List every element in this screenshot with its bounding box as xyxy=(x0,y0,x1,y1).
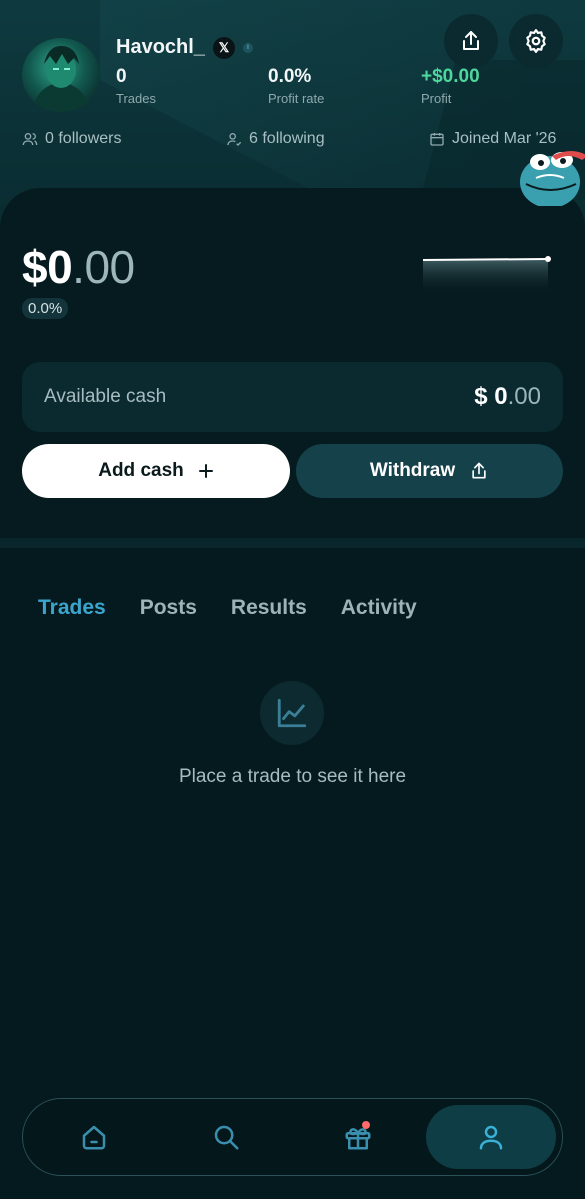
bottom-nav xyxy=(22,1098,563,1176)
search-icon xyxy=(214,1125,239,1150)
profit-rate-stat: 0.0% Profit rate xyxy=(268,66,324,106)
profile-screen: Havochl_ 𝕏 i 0 Trades 0.0% Profit rate +… xyxy=(0,0,585,1199)
withdraw-button[interactable]: Withdraw xyxy=(296,444,563,498)
tab-results[interactable]: Results xyxy=(231,596,307,620)
plus-icon xyxy=(198,464,213,478)
people-icon xyxy=(22,133,38,146)
nav-rewards[interactable] xyxy=(293,1105,423,1169)
trades-label: Trades xyxy=(116,91,156,106)
trades-stat: 0 Trades xyxy=(116,66,156,106)
followers-count: 0 followers xyxy=(45,130,122,147)
trades-count: 0 xyxy=(116,66,127,87)
username-text: Havochl_ xyxy=(116,36,205,58)
tab-activity[interactable]: Activity xyxy=(341,596,417,620)
balance-cents: .00 xyxy=(72,241,135,293)
section-divider xyxy=(0,538,585,548)
username: Havochl_ 𝕏 i xyxy=(116,36,253,59)
available-cash-main: $ 0 xyxy=(474,383,508,410)
tab-posts[interactable]: Posts xyxy=(140,596,197,620)
profit-rate-value: 0.0% xyxy=(268,66,312,87)
add-cash-button[interactable]: Add cash xyxy=(22,444,290,498)
available-cash-card: Available cash $ 0.00 xyxy=(22,362,563,432)
info-icon[interactable]: i xyxy=(242,42,253,53)
line-chart-icon xyxy=(277,698,307,728)
following-link[interactable]: 6 following xyxy=(226,130,325,148)
share-icon xyxy=(463,31,479,50)
share-button[interactable] xyxy=(444,14,498,68)
gear-icon xyxy=(526,29,546,53)
balance-change-badge: 0.0% xyxy=(22,298,69,319)
profile-tabs: Trades Posts Results Activity xyxy=(38,596,417,620)
tab-trades[interactable]: Trades xyxy=(38,596,106,620)
following-count: 6 following xyxy=(249,130,325,147)
withdraw-label: Withdraw xyxy=(369,460,456,481)
available-cash-label: Available cash xyxy=(44,386,167,407)
notification-dot xyxy=(362,1121,370,1129)
empty-state-icon-wrap xyxy=(260,681,324,745)
mascot-frog-icon xyxy=(520,151,585,206)
available-cash-value: $ 0.00 xyxy=(474,383,541,411)
empty-state-text: Place a trade to see it here xyxy=(178,766,407,787)
total-balance: $0.00 xyxy=(22,240,135,294)
available-cash-cents: .00 xyxy=(507,383,541,410)
nav-home[interactable] xyxy=(29,1105,159,1169)
avatar[interactable] xyxy=(22,38,100,112)
profile-icon xyxy=(479,1125,503,1150)
nav-search[interactable] xyxy=(161,1105,291,1169)
balance-sparkline xyxy=(422,256,551,294)
profit-stat: +$0.00 Profit xyxy=(421,66,480,106)
followers-link[interactable]: 0 followers xyxy=(22,130,121,148)
balance-main: $0 xyxy=(22,241,73,293)
share-icon xyxy=(472,462,486,479)
x-logo-icon[interactable]: 𝕏 xyxy=(212,36,235,59)
home-icon xyxy=(82,1125,106,1150)
nav-profile[interactable] xyxy=(426,1105,556,1169)
calendar-icon xyxy=(430,133,444,146)
profit-label: Profit xyxy=(421,91,452,106)
person-check-icon xyxy=(227,133,242,146)
profit-value: +$0.00 xyxy=(421,66,480,87)
profit-rate-label: Profit rate xyxy=(268,91,325,106)
settings-button[interactable] xyxy=(509,14,563,68)
add-cash-label: Add cash xyxy=(98,460,184,481)
